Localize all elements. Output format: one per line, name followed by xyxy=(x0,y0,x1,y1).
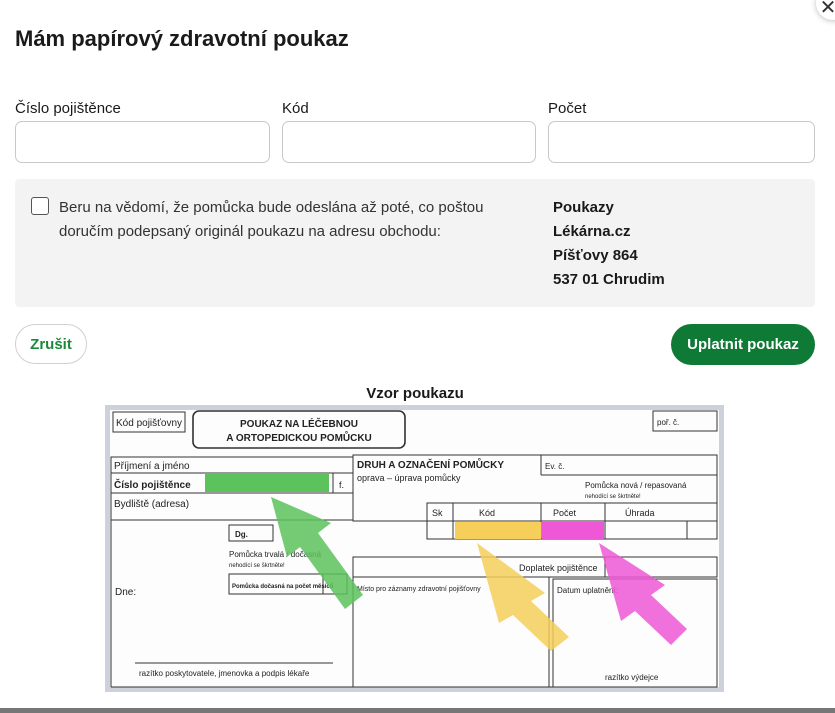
form-col-payment: Úhrada xyxy=(625,508,655,518)
insurance-number-input[interactable] xyxy=(15,121,270,163)
consent-text: Beru na vědomí, že pomůcka bude odeslána… xyxy=(59,199,484,240)
bottom-edge xyxy=(0,708,835,713)
form-copay: Doplatek pojištěnce xyxy=(519,563,598,573)
form-date-applied: Datum uplatnění: xyxy=(557,586,618,595)
count-field: Počet xyxy=(548,100,815,163)
address-line: Píšťovy 864 xyxy=(553,247,638,264)
highlight-insured-no xyxy=(205,474,329,492)
form-temp-count: Pomůcka dočasná na počet měsíců xyxy=(232,583,334,590)
form-f: f. xyxy=(339,480,344,490)
insurance-number-label: Číslo pojištěnce xyxy=(15,100,121,117)
form-stamp-issuer: razítko výdejce xyxy=(605,673,659,682)
code-input[interactable] xyxy=(282,121,536,163)
dialog-title: Mám papírový zdravotní poukaz xyxy=(15,26,349,51)
highlight-count xyxy=(542,522,604,539)
form-col-sk: Sk xyxy=(432,508,443,518)
form-date: Dne: xyxy=(115,587,136,598)
insurance-number-field: Číslo pojištěnce xyxy=(15,100,270,163)
form-strike-note-2: nehodící se škrtněte! xyxy=(585,494,641,500)
highlight-code xyxy=(455,522,541,539)
cancel-button[interactable]: Zrušit xyxy=(15,324,87,364)
form-new-repaired: Pomůcka nová / repasovaná xyxy=(585,481,687,490)
close-button[interactable]: ✕ xyxy=(816,0,835,20)
form-ref-no: poř. č. xyxy=(657,418,679,427)
form-aid-type-header: DRUH A OZNAČENÍ POMŮCKY xyxy=(357,457,504,471)
form-insured-no: Číslo pojištěnce xyxy=(114,478,191,491)
form-strike-note: nehodící se škrtněte! xyxy=(229,563,285,569)
sample-prescription-image: Kód pojišťovny POUKAZ NA LÉČEBNOU A ORTO… xyxy=(105,405,724,692)
consent-checkbox[interactable] xyxy=(31,197,49,215)
code-label: Kód xyxy=(282,100,309,117)
form-address: Bydliště (adresa) xyxy=(114,499,189,510)
form-col-count: Počet xyxy=(553,508,577,518)
form-ev-no: Ev. č. xyxy=(545,462,564,471)
form-header-2: A ORTOPEDICKOU POMŮCKU xyxy=(226,430,372,444)
code-field: Kód xyxy=(282,100,536,163)
sample-title: Vzor poukazu xyxy=(366,385,464,402)
address-line: Poukazy xyxy=(553,199,614,216)
form-stamp-doctor: razítko poskytovatele, jmenovka a podpis… xyxy=(139,669,310,678)
form-repair: oprava – úprava pomůcky xyxy=(357,473,461,483)
form-header-1: POUKAZ NA LÉČEBNOU xyxy=(240,417,358,430)
count-input[interactable] xyxy=(548,121,815,163)
address-line: Lékárna.cz xyxy=(553,223,631,240)
form-dg: Dg. xyxy=(235,530,248,539)
notice-box: Beru na vědomí, že pomůcka bude odeslána… xyxy=(15,179,815,307)
form-insurer-code: Kód pojišťovny xyxy=(116,418,182,429)
form-records: Místo pro záznamy zdravotní pojišťovny xyxy=(357,586,481,593)
shop-address: Poukazy Lékárna.cz Píšťovy 864 537 01 Ch… xyxy=(553,196,665,292)
submit-button[interactable]: Uplatnit poukaz xyxy=(671,324,815,365)
address-line: 537 01 Chrudim xyxy=(553,271,665,288)
form-name: Příjmení a jméno xyxy=(114,461,190,472)
close-icon: ✕ xyxy=(819,0,835,19)
count-label: Počet xyxy=(548,100,587,117)
form-col-code: Kód xyxy=(479,508,495,518)
